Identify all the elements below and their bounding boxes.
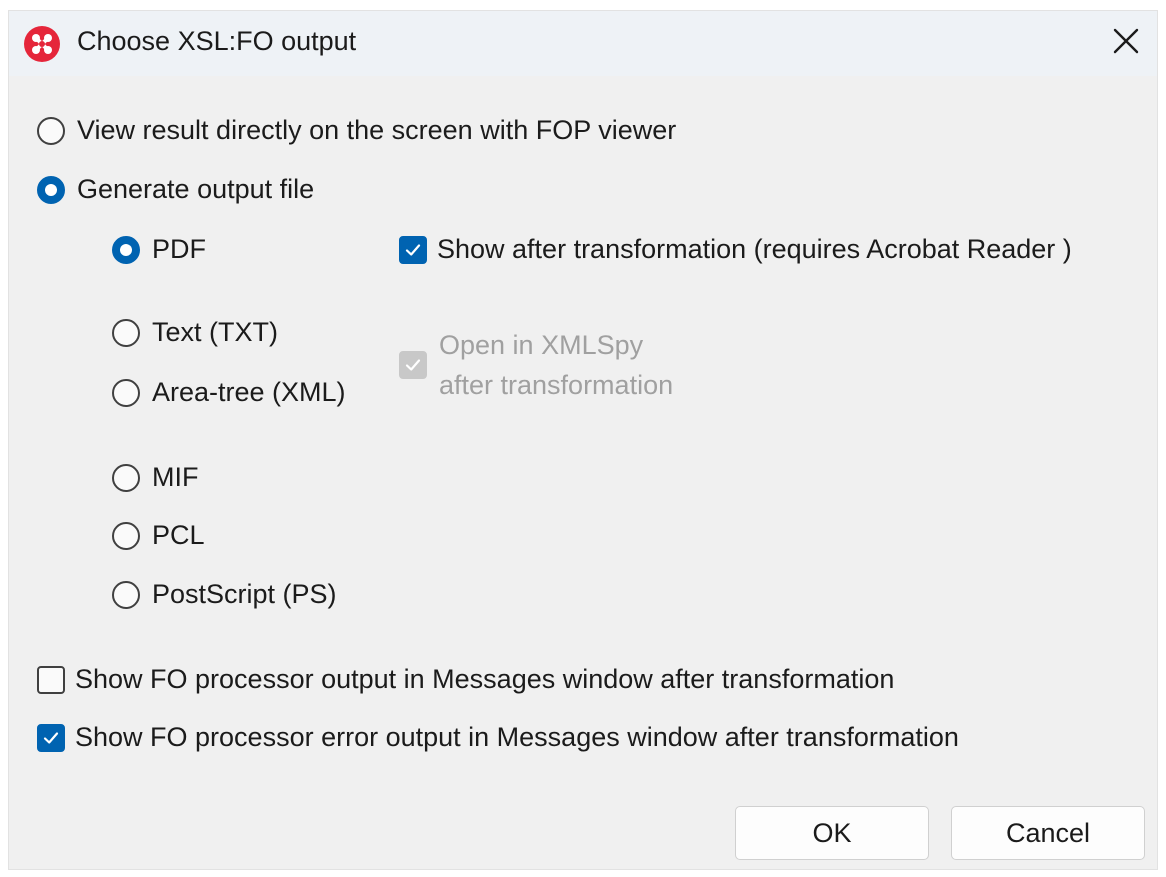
checkmark-icon bbox=[405, 243, 421, 256]
format-option-mif[interactable]: MIF bbox=[112, 462, 199, 493]
generate-file-label: Generate output file bbox=[77, 174, 315, 204]
open-in-xmlspy-line1: Open in XMLSpy bbox=[439, 330, 644, 360]
format-option-pdf[interactable]: PDF bbox=[112, 234, 206, 265]
format-option-pcl[interactable]: PCL bbox=[112, 520, 205, 551]
format-radio-pcl[interactable] bbox=[112, 521, 140, 550]
show-after-transformation-option[interactable]: Show after transformation (requires Acro… bbox=[399, 234, 1072, 265]
cancel-button[interactable]: Cancel bbox=[951, 806, 1145, 860]
format-radio-txt[interactable] bbox=[112, 318, 140, 347]
checkmark-icon bbox=[43, 731, 59, 744]
format-radio-pdf[interactable] bbox=[112, 235, 140, 264]
format-radio-area-tree[interactable] bbox=[112, 378, 140, 407]
format-option-area-tree[interactable]: Area-tree (XML) bbox=[112, 377, 346, 408]
open-in-xmlspy-label: Open in XMLSpy after transformation bbox=[439, 325, 673, 405]
show-processor-error-label: Show FO processor error output in Messag… bbox=[75, 722, 959, 752]
format-label: Area-tree (XML) bbox=[152, 377, 346, 407]
format-label: MIF bbox=[152, 462, 199, 492]
format-label: PCL bbox=[152, 520, 205, 550]
checkmark-icon bbox=[405, 359, 421, 371]
format-option-ps[interactable]: PostScript (PS) bbox=[112, 579, 337, 610]
xslfo-output-dialog: Choose XSL:FO output View result directl… bbox=[8, 10, 1158, 870]
format-option-txt[interactable]: Text (TXT) bbox=[112, 317, 278, 348]
generate-file-option[interactable]: Generate output file bbox=[37, 174, 314, 205]
show-processor-error-checkbox[interactable] bbox=[37, 723, 65, 752]
open-in-xmlspy-checkbox[interactable] bbox=[399, 351, 427, 379]
show-processor-output-option[interactable]: Show FO processor output in Messages win… bbox=[37, 664, 894, 695]
ok-button[interactable]: OK bbox=[735, 806, 929, 860]
format-radio-ps[interactable] bbox=[112, 580, 140, 609]
format-radio-mif[interactable] bbox=[112, 463, 140, 492]
show-after-transformation-checkbox[interactable] bbox=[399, 235, 427, 264]
open-in-xmlspy-line2: after transformation bbox=[439, 370, 674, 400]
view-on-screen-label: View result directly on the screen with … bbox=[77, 115, 677, 145]
show-processor-output-checkbox[interactable] bbox=[37, 665, 65, 694]
format-label: PDF bbox=[152, 234, 206, 264]
title-bar: Choose XSL:FO output bbox=[9, 11, 1157, 76]
close-button[interactable] bbox=[1103, 20, 1149, 66]
dialog-title: Choose XSL:FO output bbox=[77, 26, 357, 56]
format-label: Text (TXT) bbox=[152, 317, 278, 347]
show-processor-error-option[interactable]: Show FO processor error output in Messag… bbox=[37, 722, 959, 753]
show-after-transformation-label: Show after transformation (requires Acro… bbox=[437, 234, 1072, 264]
format-label: PostScript (PS) bbox=[152, 579, 337, 609]
show-processor-output-label: Show FO processor output in Messages win… bbox=[75, 664, 895, 694]
generate-file-radio[interactable] bbox=[37, 175, 65, 204]
close-icon bbox=[1113, 28, 1139, 59]
altova-logo-icon bbox=[23, 25, 61, 63]
view-on-screen-option[interactable]: View result directly on the screen with … bbox=[37, 115, 676, 146]
view-on-screen-radio[interactable] bbox=[37, 116, 65, 145]
